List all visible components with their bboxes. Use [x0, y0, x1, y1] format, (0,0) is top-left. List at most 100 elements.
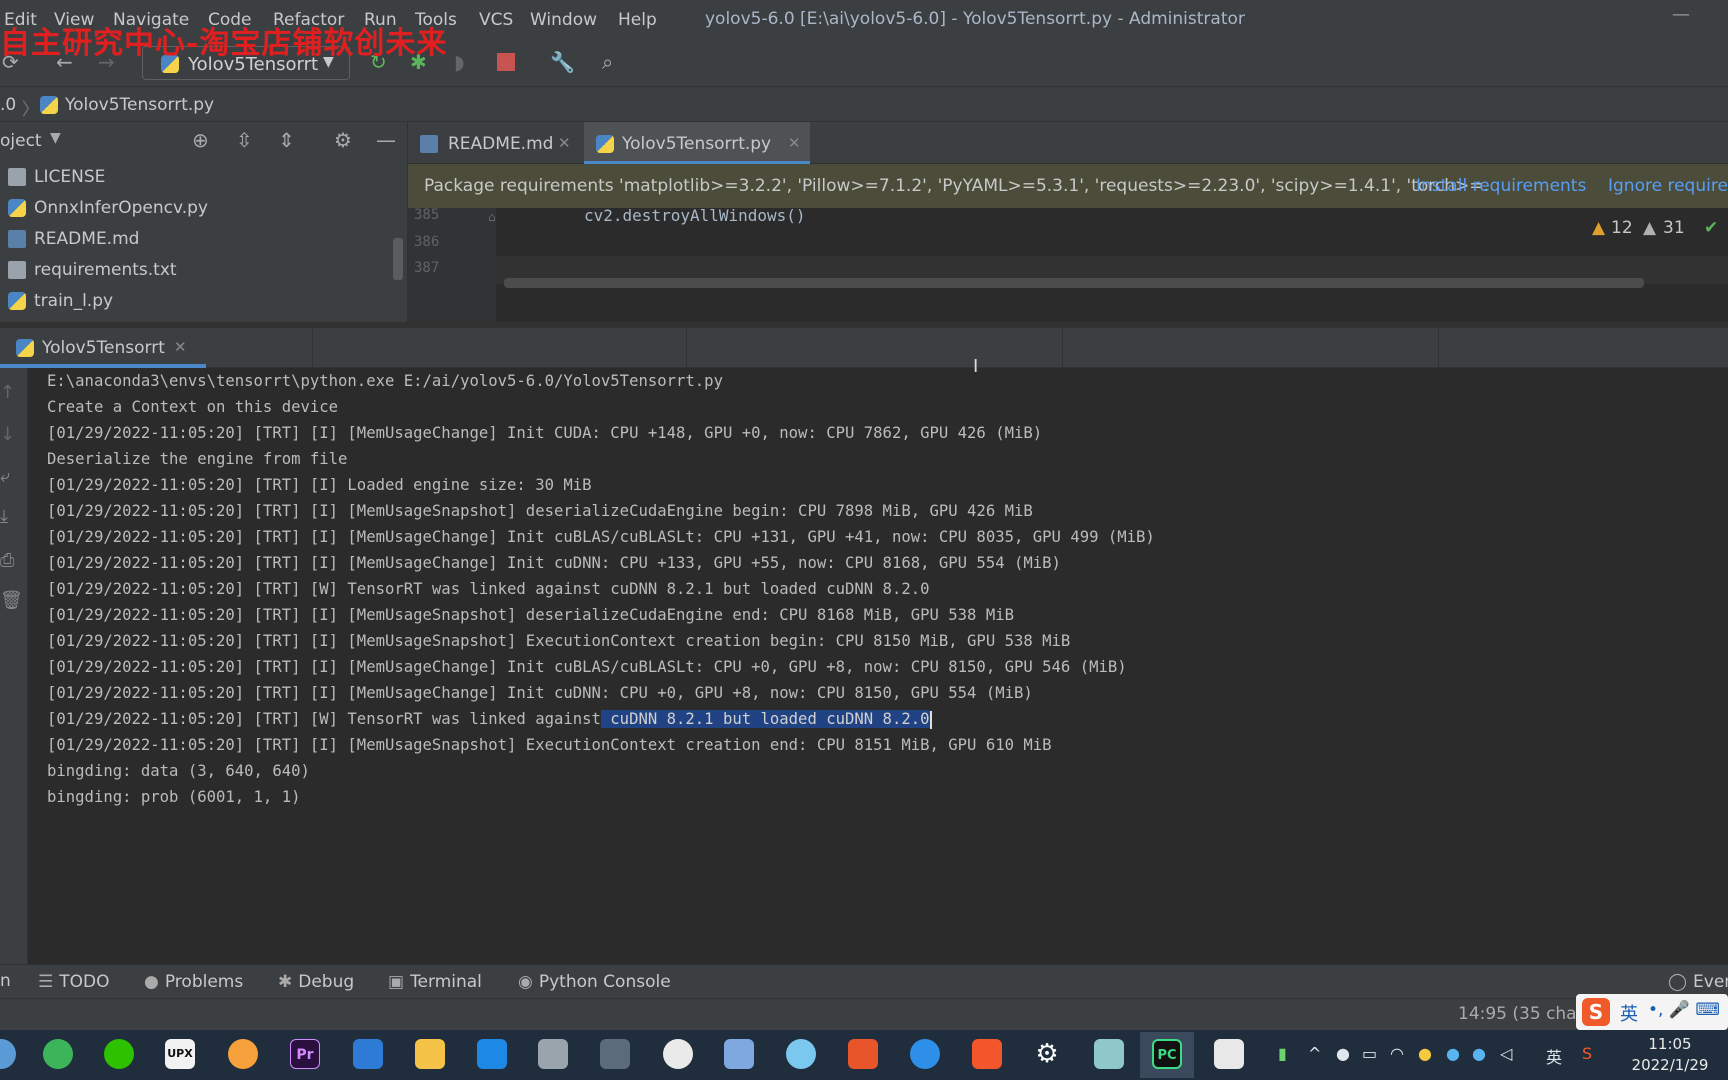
app-icon[interactable] [0, 1039, 16, 1069]
python-file-icon [40, 96, 58, 114]
file-item-license[interactable]: LICENSE [0, 162, 390, 192]
document-app-icon[interactable] [353, 1039, 383, 1069]
window-icon[interactable] [1214, 1039, 1244, 1069]
store-icon[interactable] [477, 1039, 507, 1069]
tab-terminal[interactable]: ▣ Terminal [388, 972, 482, 992]
locate-icon[interactable]: ⊕ [192, 128, 209, 152]
app-icon[interactable] [910, 1039, 940, 1069]
file-item-onnxinferopencv[interactable]: OnnxInferOpencv.py [0, 193, 390, 223]
browser-icon[interactable] [43, 1039, 73, 1069]
wrench-icon[interactable]: 🔧 [550, 50, 575, 74]
warning-icon[interactable]: ▲ [1592, 218, 1605, 238]
menu-help[interactable]: Help [618, 10, 657, 30]
app-icon[interactable] [1094, 1039, 1124, 1069]
pycharm-icon[interactable]: PC [1152, 1039, 1182, 1069]
print-icon[interactable]: ⎙ [0, 550, 14, 571]
weak-warning-icon[interactable]: ▲ [1643, 218, 1656, 238]
scroll-to-end-icon[interactable]: ⤓ [0, 506, 8, 527]
system-clock[interactable]: 11:05 2022/1/29 [1620, 1034, 1720, 1076]
snipping-icon[interactable] [600, 1039, 630, 1069]
chevron-down-icon[interactable]: ▼ [50, 130, 61, 146]
file-item-requirements[interactable]: requirements.txt [0, 255, 390, 285]
tray-app-icon[interactable]: ● [1472, 1044, 1486, 1063]
gear-icon[interactable]: ⚙ [334, 128, 352, 152]
fold-icon[interactable]: ⌂ [488, 210, 496, 224]
weak-warning-count[interactable]: 31 [1663, 218, 1685, 238]
code-editor[interactable]: 385 386 387 ⌂ cv2.destroyAllWindows() ▲ … [408, 208, 1728, 322]
soft-wrap-icon[interactable]: ⤶ [0, 466, 10, 487]
upx-icon[interactable]: UPX [165, 1039, 195, 1069]
editor-horizontal-scrollbar[interactable] [504, 278, 1644, 288]
media-player-icon[interactable] [972, 1039, 1002, 1069]
wechat-icon[interactable] [104, 1039, 134, 1069]
input-language[interactable]: 英 [1546, 1044, 1562, 1068]
close-icon[interactable]: ✕ [558, 134, 571, 152]
chevron-up-icon[interactable]: ^ [1308, 1044, 1321, 1063]
text-file-icon [8, 261, 26, 279]
up-arrow-icon[interactable]: ↑ [0, 382, 15, 403]
tab-readme[interactable]: README.md ✕ [408, 122, 580, 164]
breadcrumb-root[interactable]: .0 [0, 95, 16, 115]
microphone-icon[interactable]: ● [1336, 1044, 1350, 1063]
minimize-button[interactable]: — [1672, 4, 1690, 25]
settings-gear-icon[interactable]: ⚙ [1032, 1039, 1062, 1069]
tray-app-icon[interactable]: ● [1446, 1044, 1460, 1063]
coverage-icon[interactable]: ◗ [454, 50, 465, 74]
battery-tray-icon[interactable]: ▮ [1278, 1044, 1287, 1063]
run-console-output[interactable]: E:\anaconda3\envs\tensorrt\python.exe E:… [28, 368, 1728, 964]
menu-vcs[interactable]: VCS [479, 10, 513, 30]
network-icon[interactable]: ◠ [1390, 1044, 1404, 1063]
trash-icon[interactable]: 🗑 [0, 590, 23, 611]
tab-todo[interactable]: ☰ TODO [38, 972, 110, 992]
text-file-icon [8, 168, 26, 186]
warning-count[interactable]: 12 [1611, 218, 1633, 238]
run-tool-icon[interactable]: n [0, 971, 11, 991]
event-log-label: Even [1693, 972, 1728, 992]
tray-icon[interactable]: ▭ [1362, 1044, 1377, 1063]
file-item-train-l[interactable]: train_l.py [0, 286, 390, 316]
console-line: [01/29/2022-11:05:20] [TRT] [I] [MemUsag… [47, 554, 1061, 572]
tab-event-log[interactable]: ◯Even [1668, 972, 1728, 992]
sogou-tray-icon[interactable]: S [1582, 1044, 1592, 1063]
caret-position[interactable]: 14:95 (35 chars [1458, 1004, 1592, 1024]
tab-yolov5tensorrt[interactable]: Yolov5Tensorrt.py ✕ [584, 122, 810, 164]
tab-problems[interactable]: ● Problems [144, 972, 243, 992]
close-icon[interactable]: ✕ [174, 338, 187, 356]
project-title[interactable]: oject [0, 131, 42, 151]
tab-python-console[interactable]: ◉ Python Console [518, 972, 671, 992]
down-arrow-icon[interactable]: ↓ [0, 424, 15, 445]
tab-run-yolov5tensorrt[interactable]: Yolov5Tensorrt ✕ [0, 328, 206, 368]
python-icon [16, 339, 34, 357]
collapse-all-icon[interactable]: ⇕ [278, 128, 295, 152]
ime-language[interactable]: 英 [1620, 1000, 1638, 1026]
windows-taskbar: UPX Pr ⚙ PC ▮ ^ ● ▭ ◠ ● ● ● ◁ 英 S 11:05 … [0, 1030, 1728, 1080]
ignore-requirements-link[interactable]: Ignore requirem [1608, 176, 1728, 196]
menu-window[interactable]: Window [530, 10, 597, 30]
project-scrollbar[interactable] [393, 238, 403, 280]
app-icon[interactable] [724, 1039, 754, 1069]
app-icon[interactable] [786, 1039, 816, 1069]
volume-icon[interactable]: ◁ [1500, 1044, 1512, 1063]
console-text: [01/29/2022-11:05:20] [TRT] [W] TensorRT… [47, 710, 601, 728]
expand-all-icon[interactable]: ⇳ [236, 128, 253, 152]
ime-toolbar[interactable]: S 英 •, 🎤 ⌨ [1576, 994, 1728, 1030]
search-icon[interactable]: ⌕ [602, 50, 613, 74]
install-requirements-link[interactable]: Install requirements [1416, 176, 1586, 196]
close-icon[interactable]: ✕ [788, 134, 801, 152]
folder-icon[interactable] [415, 1039, 445, 1069]
console-line: Deserialize the engine from file [47, 450, 348, 468]
git-icon[interactable] [848, 1039, 878, 1069]
tray-app-icon[interactable]: ● [1418, 1044, 1432, 1063]
qq-icon[interactable] [663, 1039, 693, 1069]
sogou-ime-icon[interactable]: S [1582, 998, 1610, 1026]
clock-date: 2022/1/29 [1631, 1056, 1709, 1074]
breadcrumb-file[interactable]: Yolov5Tensorrt.py [65, 95, 214, 115]
document-icon[interactable] [538, 1039, 568, 1069]
tab-debug[interactable]: ✱ Debug [278, 972, 354, 992]
stop-icon[interactable] [497, 53, 515, 71]
app-icon[interactable] [228, 1039, 258, 1069]
premiere-icon[interactable]: Pr [290, 1039, 320, 1069]
hide-panel-icon[interactable]: — [376, 128, 396, 152]
file-item-readme[interactable]: README.md [0, 224, 390, 254]
ime-tools[interactable]: •, 🎤 ⌨ [1648, 1000, 1720, 1020]
